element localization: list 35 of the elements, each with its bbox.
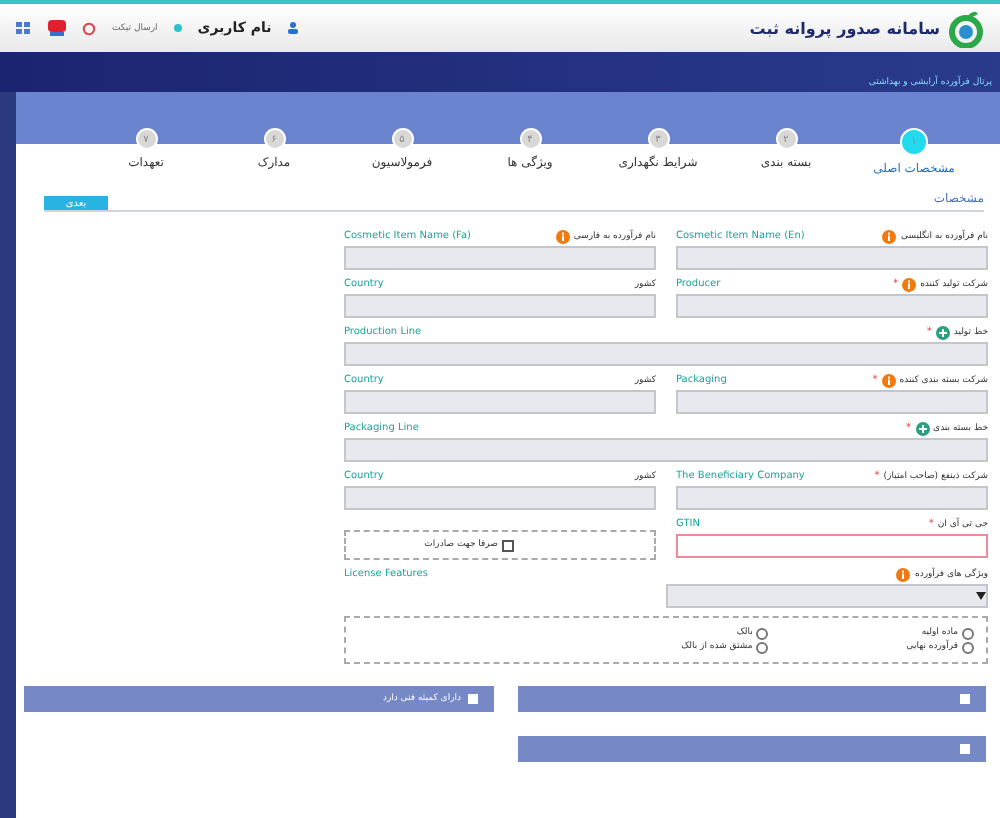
input-field[interactable] xyxy=(344,390,656,414)
input-field[interactable] xyxy=(344,246,656,270)
chat-icon[interactable] xyxy=(48,20,66,36)
add-icon[interactable] xyxy=(915,421,930,435)
checkbox[interactable] xyxy=(502,539,514,551)
info-icon[interactable] xyxy=(902,277,917,291)
input-field[interactable] xyxy=(344,342,988,366)
checkbox[interactable] xyxy=(960,694,970,704)
add-icon[interactable] xyxy=(935,325,950,339)
info-icon[interactable] xyxy=(555,229,570,243)
input-field[interactable] xyxy=(676,246,988,270)
radio-button[interactable] xyxy=(962,627,974,639)
input-field[interactable] xyxy=(344,438,988,462)
input-field[interactable] xyxy=(344,486,656,510)
radio-button[interactable] xyxy=(962,641,974,653)
radio-button[interactable] xyxy=(756,641,769,653)
radio-button[interactable] xyxy=(756,627,769,639)
info-icon[interactable] xyxy=(882,229,897,243)
checkbox[interactable] xyxy=(467,694,477,704)
app-title: سامانه صدور پروانه ثبت xyxy=(749,19,940,37)
checkbox[interactable] xyxy=(960,744,970,754)
logo-icon xyxy=(948,8,984,48)
input-field[interactable] xyxy=(676,534,988,558)
caret-icon xyxy=(976,592,986,600)
dot-icon xyxy=(173,24,182,32)
input-field[interactable] xyxy=(676,486,988,510)
input-field[interactable] xyxy=(676,390,988,414)
user-icon xyxy=(287,22,298,34)
apps-icon[interactable] xyxy=(16,22,32,34)
input-field[interactable] xyxy=(344,294,656,318)
input-field[interactable] xyxy=(676,294,988,318)
power-icon[interactable] xyxy=(82,21,96,35)
info-icon[interactable] xyxy=(881,373,896,387)
select-field[interactable] xyxy=(666,584,988,608)
info-icon[interactable] xyxy=(896,567,911,581)
